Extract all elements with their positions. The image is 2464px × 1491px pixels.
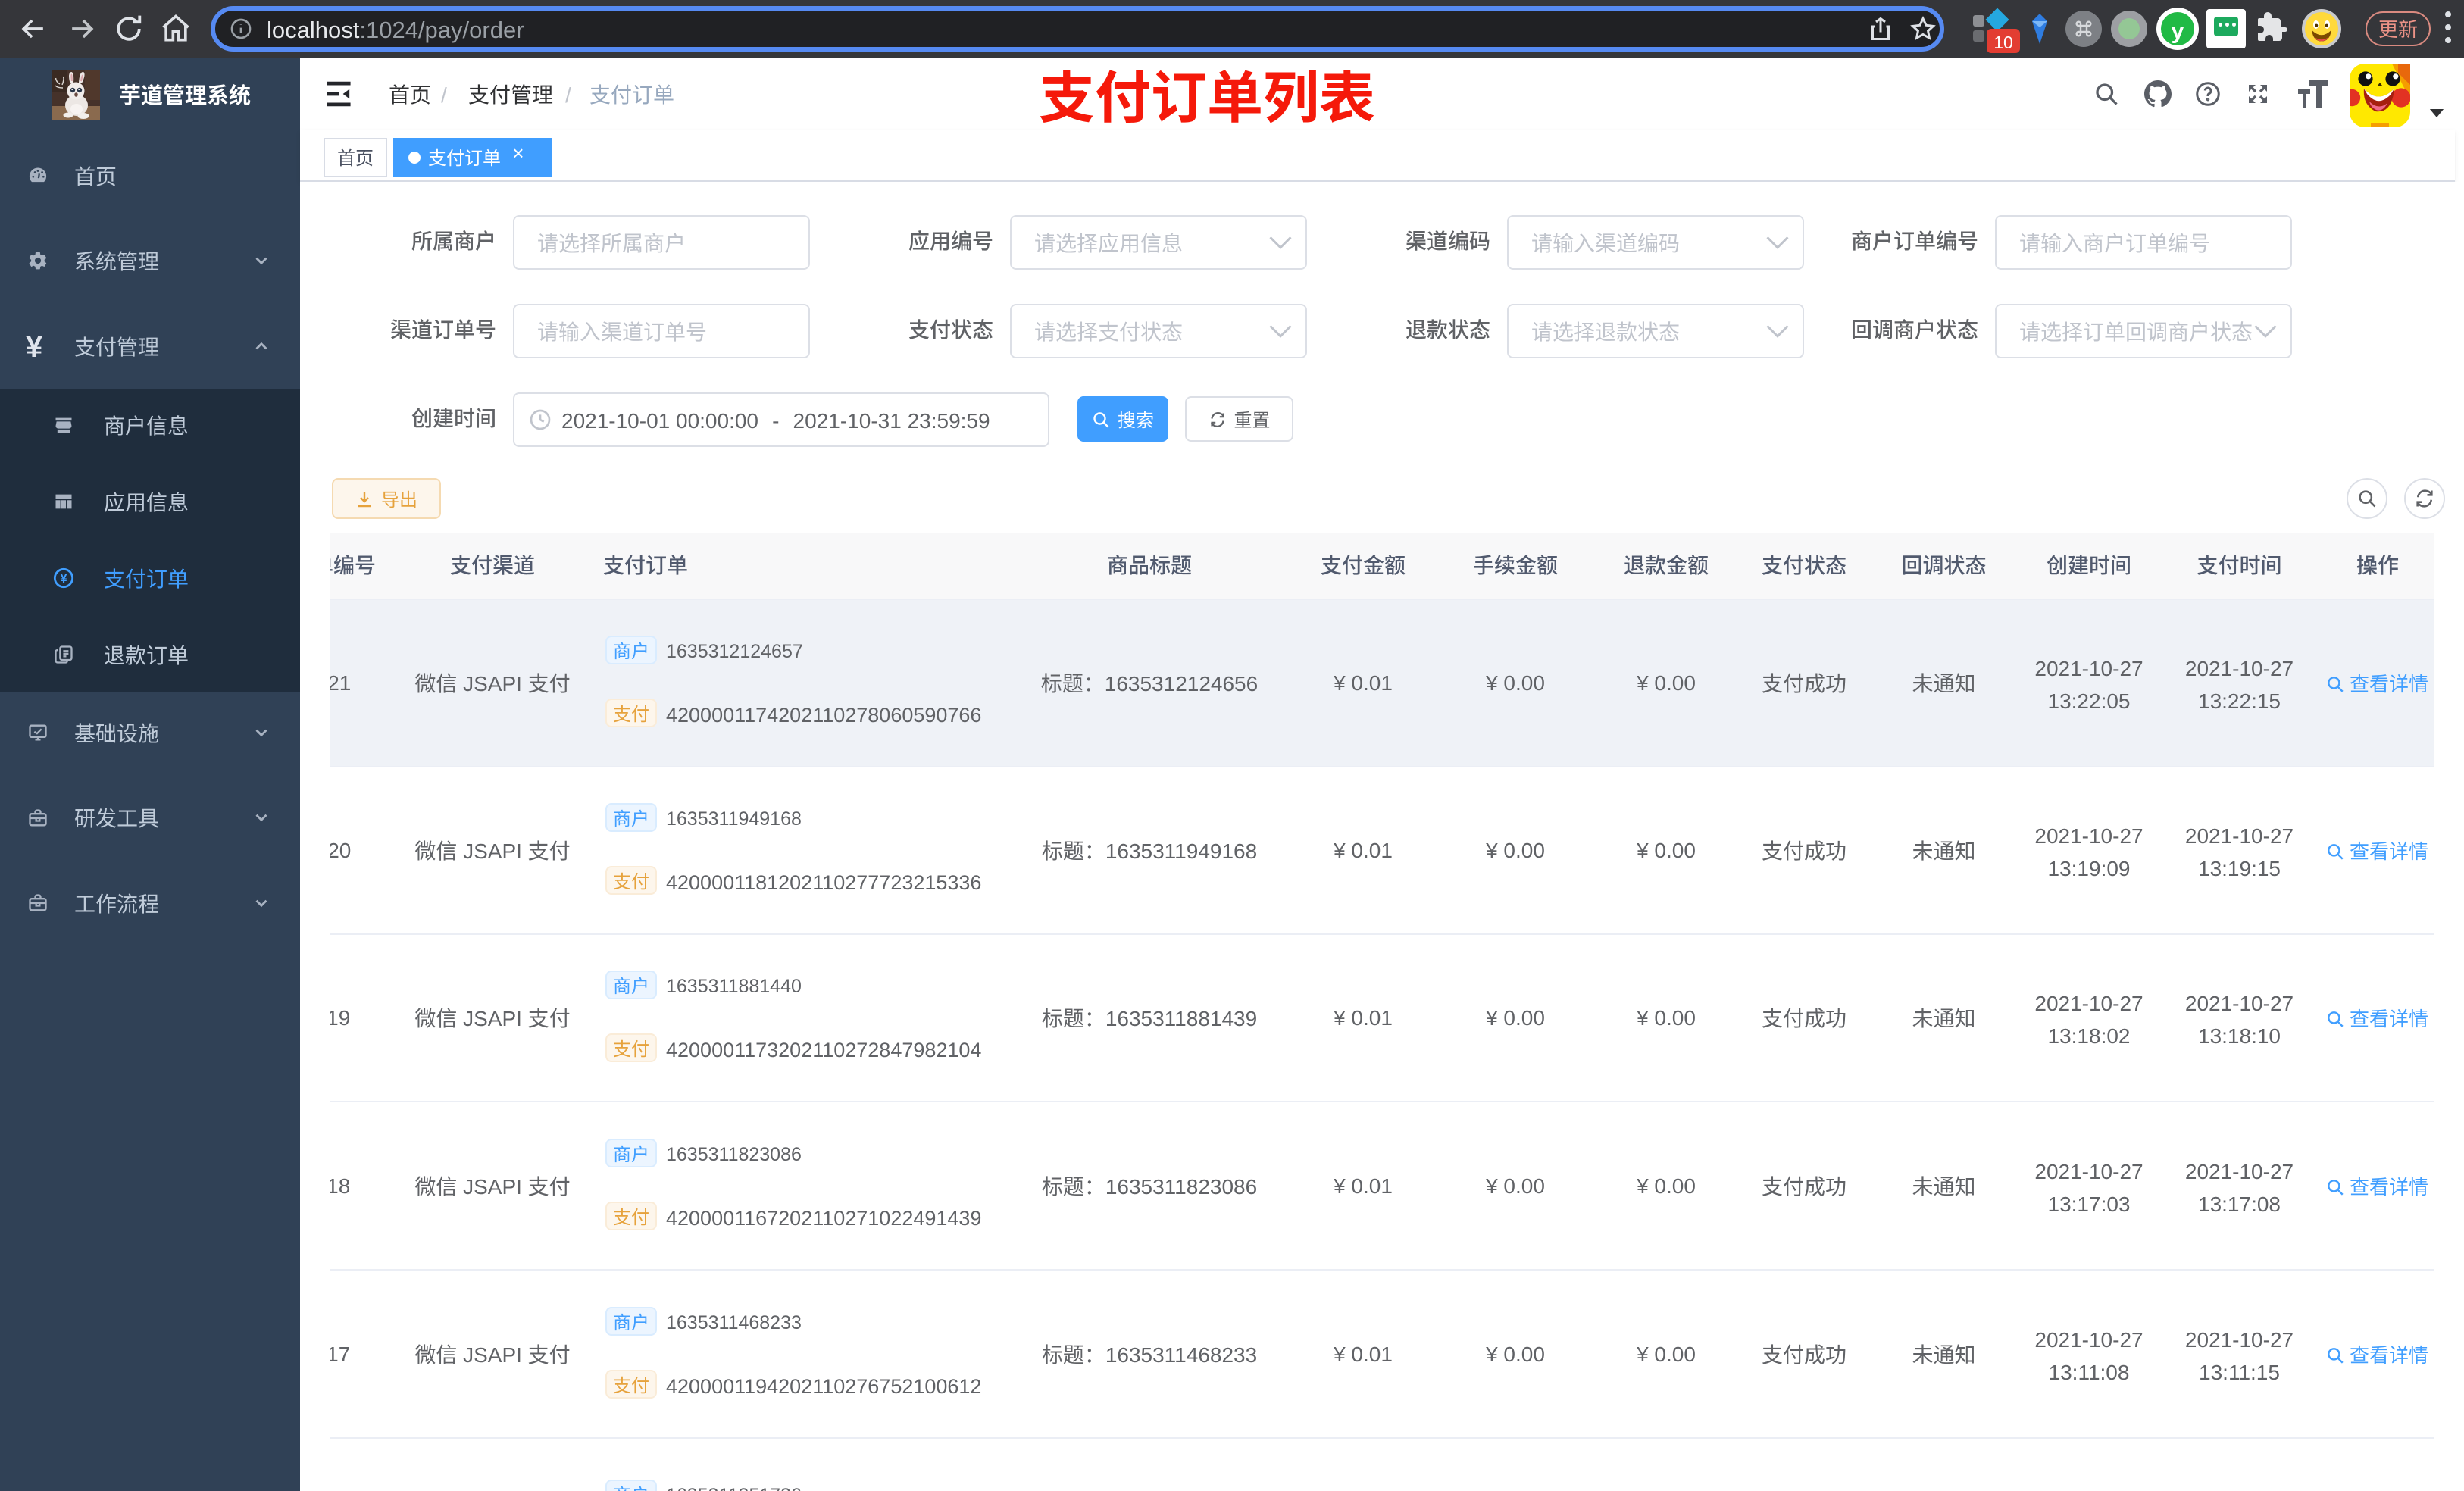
svg-text:¥: ¥ bbox=[60, 572, 67, 586]
